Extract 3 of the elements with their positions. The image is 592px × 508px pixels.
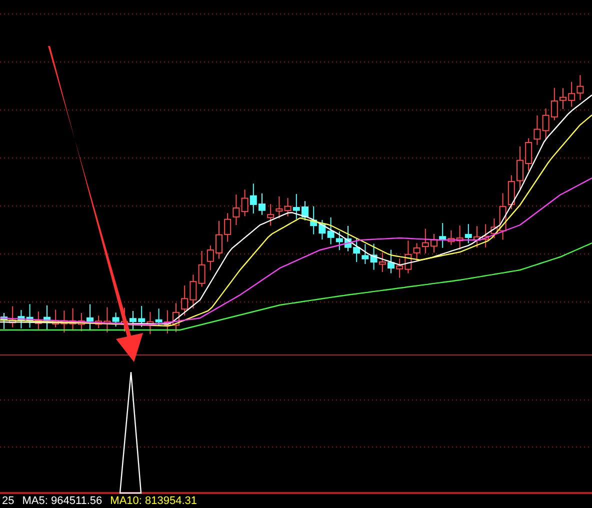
legend-text: MA5: 964511.56 xyxy=(22,494,102,508)
legend-text: MA10: 813954.31 xyxy=(110,494,198,508)
legend-text: 25 xyxy=(2,494,14,508)
